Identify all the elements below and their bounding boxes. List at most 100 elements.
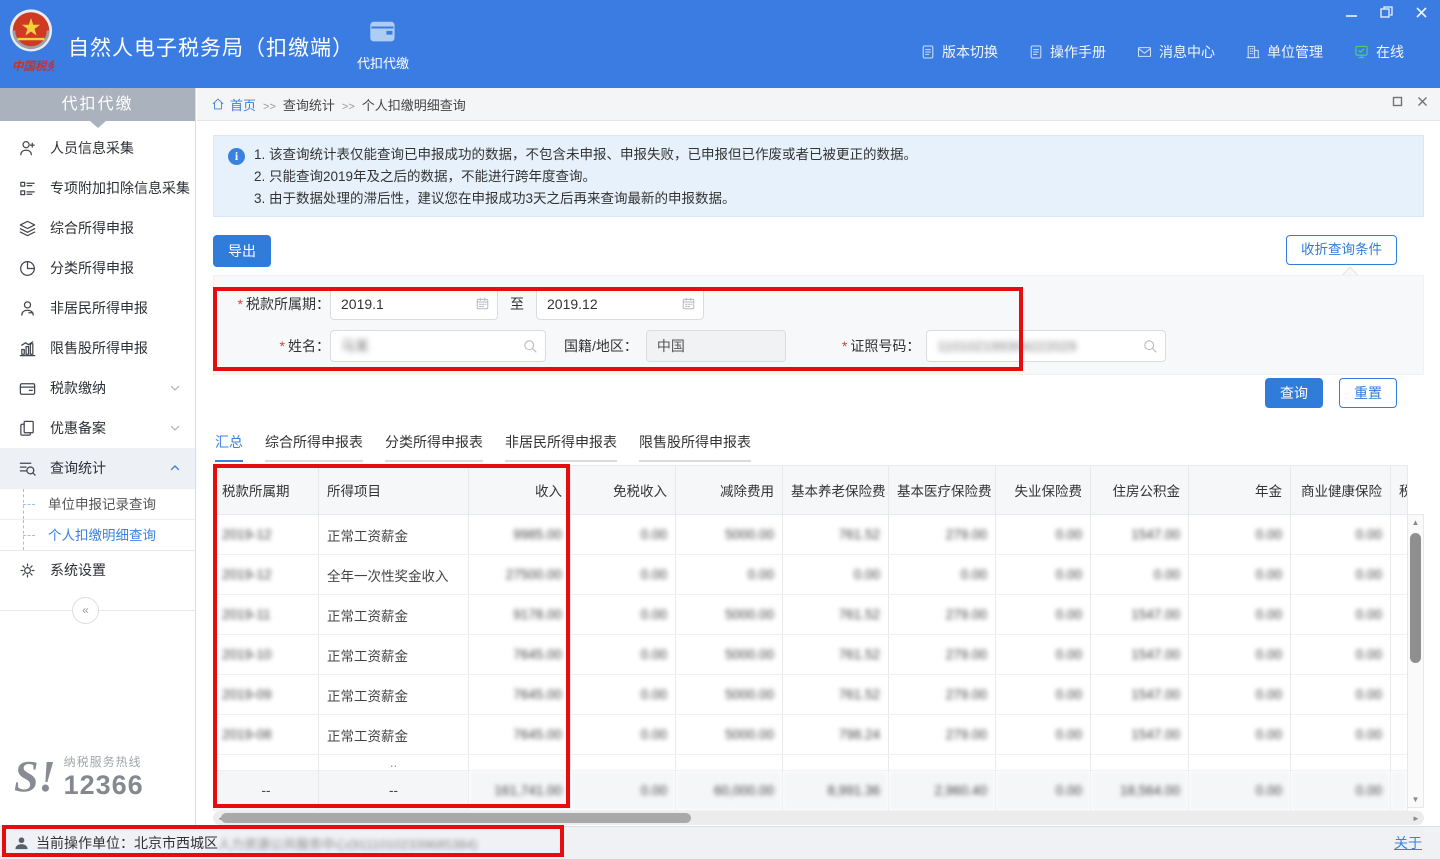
scroll-up-icon[interactable]: ▲ (1408, 515, 1423, 530)
hotline-number: 12366 (64, 770, 144, 801)
vertical-scroll-thumb[interactable] (1410, 533, 1421, 663)
sidebar-item-优惠备案[interactable]: 优惠备案 (0, 408, 195, 448)
document-icon (920, 44, 936, 60)
collapse-query-button[interactable]: 收折查询条件 (1286, 235, 1397, 265)
top-menu-item-操作手册[interactable]: 操作手册 (1028, 42, 1106, 62)
cell: 279.00 (889, 675, 996, 715)
cell: 0.00 (571, 595, 676, 635)
top-menu-item-单位管理[interactable]: 单位管理 (1245, 42, 1323, 62)
cell (1391, 755, 1408, 771)
cell: 2019-12 (214, 515, 319, 555)
cell: 0.00 (1291, 715, 1391, 755)
reset-button[interactable]: 重置 (1339, 378, 1397, 408)
query-button[interactable]: 查询 (1265, 378, 1323, 408)
sidebar-item-人员信息采集[interactable]: 人员信息采集 (0, 128, 195, 168)
column-header-收入: 收入 (469, 466, 571, 515)
table-row[interactable]: 2019-12全年一次性奖金收入27500.000.000.000.000.00… (214, 555, 1408, 595)
cell: 0.00 (996, 635, 1091, 675)
summary-cell: 60,000.00 (676, 771, 783, 811)
breadcrumb-item-查询统计[interactable]: 查询统计 (283, 98, 335, 113)
tab-非居民所得申报表[interactable]: 非居民所得申报表 (505, 432, 617, 462)
hotline-label: 纳税服务热线 (64, 753, 144, 770)
column-header-年金: 年金 (1189, 466, 1291, 515)
cell (889, 755, 996, 771)
scroll-right-icon[interactable]: ► (1408, 814, 1424, 823)
calendar-icon[interactable] (681, 296, 696, 311)
nationality-input: 中国 (646, 330, 786, 362)
panel-close-icon[interactable] (1417, 96, 1428, 107)
search-icon[interactable] (1142, 338, 1158, 354)
period-label: 税款所属期： (214, 294, 330, 314)
close-icon[interactable] (1415, 6, 1428, 19)
cell (1391, 675, 1408, 715)
result-table: 税款所属期所得项目收入免税收入减除费用基本养老保险费基本医疗保险费失业保险费住房… (213, 465, 1408, 811)
cell: 7645.00 (469, 675, 571, 715)
horizontal-scroll-thumb[interactable] (221, 813, 691, 823)
about-link[interactable]: 关于 (1394, 833, 1422, 853)
horizontal-scrollbar[interactable]: ◄ ► (213, 811, 1424, 825)
tab-汇总[interactable]: 汇总 (215, 432, 243, 462)
column-header-减除费用: 减除费用 (676, 466, 783, 515)
minimize-icon[interactable] (1345, 6, 1358, 19)
sidebar-collapse-button[interactable]: « (72, 597, 99, 624)
breadcrumb-item-个人扣缴明细查询[interactable]: 个人扣缴明细查询 (362, 98, 466, 113)
table-row[interactable]: 2019-11正常工资薪金9178.000.005000.00761.52279… (214, 595, 1408, 635)
name-label: 姓名： (214, 336, 330, 356)
cell: 0.00 (996, 555, 1091, 595)
table-row[interactable]: 2019-08正常工资薪金7645.000.005000.00798.24279… (214, 715, 1408, 755)
sidebar-item-税款缴纳[interactable]: 税款缴纳 (0, 368, 195, 408)
tab-限售股所得申报表[interactable]: 限售股所得申报表 (639, 432, 751, 462)
sidebar-subitem-个人扣缴明细查询[interactable]: 个人扣缴明细查询 (0, 519, 195, 550)
breadcrumb-home[interactable]: 首页 (211, 95, 256, 114)
summary-cell: 0.00 (1291, 771, 1391, 811)
export-button[interactable]: 导出 (213, 235, 271, 267)
info-icon: i (228, 148, 245, 165)
cell (1091, 755, 1189, 771)
header-tab-withholding[interactable]: 代扣代缴 (348, 18, 418, 72)
cell: 761.52 (783, 635, 889, 675)
hotline-block: S! 纳税服务热线 12366 (14, 753, 144, 801)
top-menu-item-在线[interactable]: 在线 (1353, 42, 1404, 62)
sidebar-item-限售股所得申报[interactable]: 限售股所得申报 (0, 328, 195, 368)
table-body: 2019-12正常工资薪金9985.000.005000.00761.52279… (214, 515, 1408, 811)
sidebar-item-非居民所得申报[interactable]: 非居民所得申报 (0, 288, 195, 328)
sidebar-item-查询统计[interactable]: 查询统计 (0, 448, 195, 488)
sidebar-item-专项附加扣除信息采集[interactable]: 专项附加扣除信息采集 (0, 168, 195, 208)
tab-综合所得申报表[interactable]: 综合所得申报表 (265, 432, 363, 462)
table-row[interactable]: 2019-10正常工资薪金7645.000.005000.00761.52279… (214, 635, 1408, 675)
vertical-scrollbar[interactable]: ▲ ▼ (1407, 514, 1424, 808)
sidebar-item-综合所得申报[interactable]: 综合所得申报 (0, 208, 195, 248)
person-icon (18, 299, 37, 318)
status-company-blurred: 人力资源公共服务中心(91110102339685384) (218, 834, 478, 853)
search-icon[interactable] (522, 338, 538, 354)
sidebar-item-分类所得申报[interactable]: 分类所得申报 (0, 248, 195, 288)
top-menu-item-消息中心[interactable]: 消息中心 (1136, 42, 1215, 62)
status-region: 北京市西城区 (134, 833, 218, 853)
calendar-icon[interactable] (475, 296, 490, 311)
tab-分类所得申报表[interactable]: 分类所得申报表 (385, 432, 483, 462)
id-number-input[interactable]: 110102199304222029 (926, 330, 1166, 362)
table-header-row: 税款所属期所得项目收入免税收入减除费用基本养老保险费基本医疗保险费失业保险费住房… (214, 466, 1408, 515)
notice-line: 1. 该查询统计表仅能查询已申报成功的数据，不包含未申报、申报失败，已申报但已作… (254, 144, 1409, 166)
restore-icon[interactable] (1380, 6, 1393, 19)
summary-cell: 0.00 (996, 771, 1091, 811)
sidebar-subitem-单位申报记录查询[interactable]: 单位申报记录查询 (0, 488, 195, 519)
panel-maximize-icon[interactable] (1392, 96, 1403, 107)
period-from-input[interactable]: 2019.1 (330, 288, 498, 320)
table-row-partial: .. (214, 755, 1408, 771)
scroll-down-icon[interactable]: ▼ (1408, 792, 1423, 807)
app-title: 自然人电子税务局（扣缴端） (68, 32, 354, 62)
top-menu-label: 在线 (1376, 42, 1404, 62)
notice-line: 2. 只能查询2019年及之后的数据，不能进行跨年度查询。 (254, 166, 1409, 188)
table-row[interactable]: 2019-09正常工资薪金7645.000.005000.00761.52279… (214, 675, 1408, 715)
sidebar-item-label: 非居民所得申报 (50, 298, 148, 318)
sidebar-item-settings[interactable]: 系统设置 (0, 550, 195, 590)
period-to-input[interactable]: 2019.12 (536, 288, 704, 320)
top-menu-item-版本切换[interactable]: 版本切换 (920, 42, 998, 62)
table-row[interactable]: 2019-12正常工资薪金9985.000.005000.00761.52279… (214, 515, 1408, 555)
name-input[interactable]: 马某 (330, 330, 546, 362)
column-header-所得项目: 所得项目 (319, 466, 469, 515)
sidebar-item-label: 分类所得申报 (50, 258, 134, 278)
cell: 9985.00 (469, 515, 571, 555)
cell (469, 755, 571, 771)
